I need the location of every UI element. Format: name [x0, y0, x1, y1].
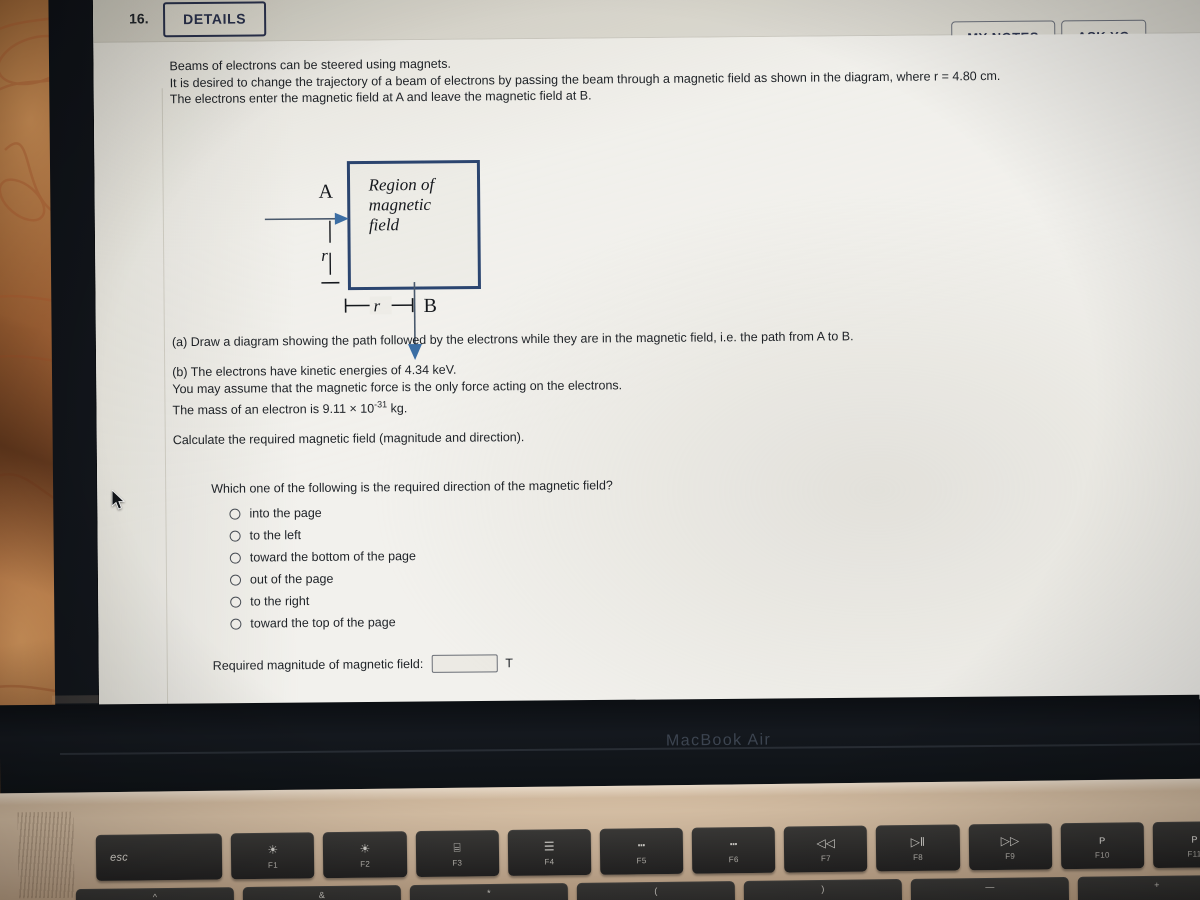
incoming-beam-line [264, 217, 343, 221]
key-row2-1[interactable]: & [242, 885, 402, 900]
vertical-dimension-label: r [321, 246, 328, 265]
radio-button-icon[interactable] [229, 508, 241, 520]
key-label: F5 [636, 855, 647, 865]
mc-options-list: into the page to the left toward the botto… [229, 505, 416, 631]
f3-mission-control-icon-glyph: ⌸ [453, 840, 461, 855]
key-label: F10 [1094, 850, 1110, 860]
key-label: F11 [1187, 848, 1200, 859]
mc-option-label: out of the page [249, 571, 334, 587]
f2-brightness-up-icon-glyph: ☀ [359, 841, 371, 856]
calculate-instruction: Calculate the required magnetic field (m… [172, 430, 525, 448]
mc-option-5[interactable]: toward the top of the page [230, 615, 416, 631]
key-label: F6 [728, 854, 739, 864]
electron-mass-prefix: The mass of an electron is 9.11 × 10 [172, 401, 375, 418]
key-row2-3[interactable]: ( [576, 881, 736, 900]
mc-option-2[interactable]: toward the bottom of the page [229, 549, 416, 565]
key-label: F3 [452, 857, 463, 868]
radio-button-icon[interactable] [229, 552, 241, 564]
key-f8-play-pause-icon[interactable]: ▷‖ F8 [876, 824, 960, 872]
key-label: F9 [1005, 851, 1016, 861]
electron-mass-exponent: -31 [374, 399, 388, 410]
answer-row: Required magnitude of magnetic field: T [213, 654, 513, 675]
f6-keyboard-backlight-up-icon-glyph: ┅ [729, 836, 738, 851]
f8-play-pause-icon-glyph: ▷‖ [910, 834, 926, 849]
macbook-air-wordmark: MacBook Air [665, 731, 772, 750]
mc-option-label: toward the top of the page [250, 615, 396, 631]
key-f4-launchpad-icon[interactable]: ☰ F4 [507, 828, 592, 876]
radio-button-icon[interactable] [229, 530, 241, 542]
mc-option-label: into the page [249, 505, 322, 521]
key-esc[interactable]: esc [95, 833, 223, 881]
key-f6-keyboard-backlight-up-icon[interactable]: ┅ F6 [691, 826, 776, 874]
answer-unit-label: T [505, 656, 513, 671]
mc-question-text: Which one of the following is the requir… [211, 478, 613, 496]
laptop-screen: 16. DETAILS MY NOTES ASK YO Beams of ele… [92, 0, 1200, 709]
mc-option-label: to the right [250, 593, 310, 609]
photo-scene: ...ponses/last?dep=28255112 ⌸ ☆ 16. DETA… [0, 0, 1200, 900]
region-label-line2: magnetic [369, 195, 432, 215]
question-parts: (a) Draw a diagram showing the path foll… [172, 328, 855, 462]
part-b-line-3: The mass of an electron is 9.11 × 10-31 … [172, 392, 854, 419]
key-label: F7 [820, 853, 831, 863]
key-f2-brightness-up-icon[interactable]: ☀ F2 [323, 831, 407, 879]
mc-option-label: to the left [249, 528, 302, 543]
question-number: 16. [129, 10, 149, 27]
key-row2-0[interactable]: ^ [75, 887, 235, 900]
key-label: F8 [913, 852, 924, 862]
part-b: (b) The electrons have kinetic energies … [172, 358, 854, 419]
question-content-panel: Beams of electrons can be steered using … [93, 33, 1200, 709]
radio-button-icon[interactable] [230, 596, 242, 608]
mc-option-0[interactable]: into the page [229, 505, 415, 521]
key-row2-4[interactable]: ) [743, 878, 903, 900]
mc-option-1[interactable]: to the left [229, 527, 416, 543]
region-label-line3: field [369, 215, 400, 234]
key-f5-keyboard-backlight-down-icon[interactable]: ┅ F5 [599, 827, 684, 875]
key-f1-brightness-down-icon[interactable]: ☀ F1 [231, 832, 315, 880]
f9-fast-forward-icon-glyph: ▷▷ [1000, 833, 1020, 848]
mc-option-4[interactable]: to the right [230, 593, 416, 609]
key-f9-fast-forward-icon[interactable]: ▷▷ F9 [968, 823, 1052, 871]
f1-brightness-down-icon-glyph: ☀ [267, 842, 279, 857]
content-left-rule [161, 88, 169, 709]
point-b-label: B [424, 295, 438, 317]
f5-keyboard-backlight-down-icon-glyph: ┅ [637, 837, 646, 852]
key-f7-rewind-icon[interactable]: ◁◁ F7 [783, 825, 868, 873]
incoming-beam-arrowhead [334, 212, 349, 225]
vertical-dimension-line [329, 220, 332, 283]
key-label: esc [109, 851, 129, 864]
radio-button-icon[interactable] [229, 574, 242, 586]
key-row2-6[interactable]: + [1077, 874, 1200, 900]
f10-mute-icon-glyph: ᴘ [1098, 832, 1106, 847]
key-f10-mute-icon[interactable]: ᴘ F10 [1060, 822, 1145, 870]
f7-rewind-icon-glyph: ◁◁ [816, 835, 836, 850]
magnetic-field-magnitude-input[interactable] [431, 654, 498, 673]
f11-volume-down-icon-glyph: ᴘ [1191, 831, 1198, 846]
key-row2-5[interactable]: — [910, 876, 1070, 900]
key-f3-mission-control-icon[interactable]: ⌸ F3 [415, 830, 500, 878]
key-label: F2 [360, 859, 371, 869]
key-f11-volume-down-icon[interactable]: ᴘ F11 [1152, 821, 1200, 869]
problem-statement: Beams of electrons can be steered using … [169, 51, 1000, 108]
point-a-label: A [319, 181, 334, 203]
left-speaker-grille [17, 811, 75, 899]
mc-option-label: toward the bottom of the page [249, 549, 416, 565]
mc-option-3[interactable]: out of the page [229, 571, 416, 587]
f4-launchpad-icon-glyph: ☰ [543, 838, 555, 853]
details-button[interactable]: DETAILS [162, 1, 267, 38]
key-label: F1 [267, 860, 279, 870]
key-row2-2[interactable]: * [409, 883, 569, 900]
horizontal-dimension-label: r [374, 296, 381, 315]
key-label: F4 [544, 856, 555, 866]
electron-mass-suffix: kg. [387, 401, 408, 416]
region-label-line1: Region of [367, 175, 436, 195]
radio-button-icon[interactable] [230, 618, 242, 630]
answer-label: Required magnitude of magnetic field: [212, 656, 424, 673]
